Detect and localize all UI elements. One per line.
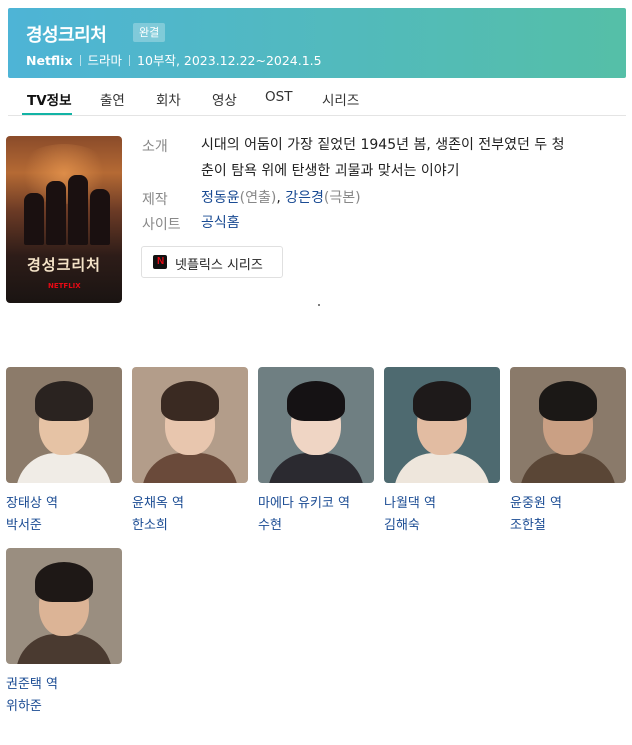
netflix-icon: N (153, 255, 167, 269)
photo-hair (35, 562, 93, 602)
cast-actor: 위하준 (6, 699, 42, 714)
photo-hair (539, 381, 597, 421)
photo-body (16, 634, 112, 664)
page-title[interactable]: 경성크리처 (26, 21, 107, 47)
photo-hair (413, 381, 471, 421)
cast-card[interactable]: 나월댁 역 김해숙 (384, 367, 500, 537)
genre-label: 드라마 (87, 53, 123, 68)
tab-series[interactable]: 시리즈 (322, 89, 359, 109)
cast-card[interactable]: 윤채옥 역 한소희 (132, 367, 248, 537)
cast-photo (6, 367, 122, 483)
writer-link[interactable]: 강은경 (285, 190, 324, 206)
intro-label: 소개 (142, 139, 168, 155)
official-site-link[interactable]: 공식홈 (201, 215, 240, 231)
tab-episodes[interactable]: 회차 (156, 89, 181, 109)
cast-card[interactable]: 장태상 역 박서준 (6, 367, 122, 537)
cast-role: 나월댁 역 (384, 496, 436, 511)
crew-value: 정동윤(연출), 강은경(극본) (201, 185, 625, 211)
poster-image[interactable]: 경성크리처 NETFLIX (6, 136, 122, 303)
cast-card[interactable]: 권준택 역 위하준 (6, 548, 122, 718)
episode-info: 10부작, 2023.12.22~2024.1.5 (137, 53, 322, 68)
tab-videos[interactable]: 영상 (212, 89, 237, 109)
site-value: 공식홈 (201, 210, 625, 236)
divider (129, 55, 131, 66)
tab-cast[interactable]: 출연 (100, 89, 125, 109)
cast-role: 권준택 역 (6, 677, 58, 692)
poster-figure (46, 181, 66, 245)
poster-brand: NETFLIX (48, 282, 81, 290)
cast-photo (258, 367, 374, 483)
photo-body (394, 453, 490, 483)
cast-card[interactable]: 윤중원 역 조한철 (510, 367, 626, 537)
cast-photo (384, 367, 500, 483)
netflix-button-label: 넷플릭스 시리즈 (175, 258, 263, 273)
cast-actor: 박서준 (6, 518, 42, 533)
cast-role: 장태상 역 (6, 496, 58, 511)
photo-hair (35, 381, 93, 421)
poster-figure (68, 175, 88, 245)
tab-ost[interactable]: OST (265, 89, 292, 105)
photo-body (268, 453, 364, 483)
tab-tv-info[interactable]: TV정보 (27, 89, 72, 109)
photo-body (16, 453, 112, 483)
photo-body (142, 453, 238, 483)
cast-photo (6, 548, 122, 664)
active-tab-indicator (22, 113, 72, 115)
tab-bar: TV정보 출연 회차 영상 OST 시리즈 (8, 78, 626, 116)
director-role: (연출) (239, 190, 277, 206)
photo-body (520, 453, 616, 483)
cast-role: 윤중원 역 (510, 496, 562, 511)
cast-photo (510, 367, 626, 483)
separator-dot (318, 304, 320, 306)
status-badge: 완결 (133, 23, 166, 42)
meta-info: Netflix 드라마 10부작, 2023.12.22~2024.1.5 (26, 50, 322, 69)
director-link[interactable]: 정동윤 (201, 190, 240, 206)
cast-actor: 한소희 (132, 518, 168, 533)
cast-photo (132, 367, 248, 483)
photo-hair (287, 381, 345, 421)
netflix-icon-letter: N (157, 256, 165, 267)
writer-role: (극본) (323, 190, 361, 206)
photo-hair (161, 381, 219, 421)
poster-title: 경성크리처 (26, 256, 101, 274)
intro-line: 시대의 어둠이 가장 짙었던 1945년 봄, 생존이 전부였던 두 청 (201, 137, 565, 153)
cast-role: 윤채옥 역 (132, 496, 184, 511)
cast-actor: 조한철 (510, 518, 546, 533)
intro-line: 춘이 탐욕 위에 탄생한 괴물과 맞서는 이야기 (201, 163, 460, 179)
divider (79, 55, 81, 66)
netflix-series-button[interactable]: N 넷플릭스 시리즈 (141, 246, 283, 278)
cast-role: 마에다 유키코 역 (258, 496, 350, 511)
cast-actor: 김해숙 (384, 518, 420, 533)
platform-label: Netflix (26, 53, 73, 68)
site-label: 사이트 (142, 217, 181, 233)
crew-label: 제작 (142, 192, 168, 208)
poster-figure (24, 193, 44, 245)
cast-actor: 수현 (258, 518, 282, 533)
intro-text: 시대의 어둠이 가장 짙었던 1945년 봄, 생존이 전부였던 두 청 춘이 … (201, 132, 625, 184)
separator: , (276, 190, 286, 206)
poster-figure (90, 189, 110, 245)
title-header: 경성크리처 완결 Netflix 드라마 10부작, 2023.12.22~2024… (8, 8, 626, 78)
cast-card[interactable]: 마에다 유키코 역 수현 (258, 367, 374, 537)
